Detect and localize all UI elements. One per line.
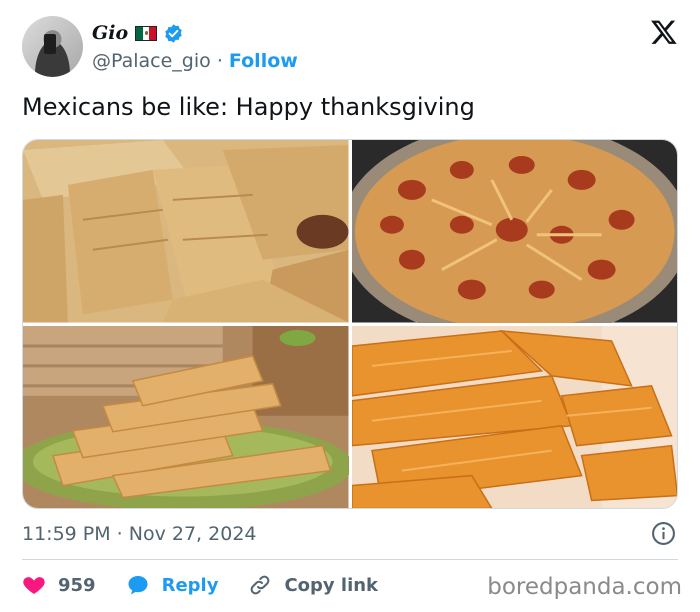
- separator: ·: [216, 50, 223, 72]
- reply-bubble-icon: [128, 576, 148, 595]
- verified-badge-icon: [165, 23, 182, 43]
- media-image-1[interactable]: [23, 140, 349, 323]
- media-image-4[interactable]: [351, 325, 677, 508]
- display-name[interactable]: Gio: [92, 22, 128, 44]
- handle[interactable]: @Palace_gio: [92, 50, 211, 72]
- timestamp[interactable]: 11:59 PM · Nov 27, 2024: [22, 523, 257, 545]
- tweet-header: Gio @Palace_gio · Follow: [22, 16, 682, 78]
- follow-button[interactable]: Follow: [229, 50, 298, 72]
- divider: [22, 559, 678, 560]
- media-image-2[interactable]: [351, 140, 677, 323]
- reply-button[interactable]: Reply: [126, 573, 219, 597]
- media-image-3[interactable]: [23, 325, 349, 508]
- like-button[interactable]: 959: [22, 573, 96, 597]
- mexico-flag-icon: [135, 25, 158, 41]
- info-icon[interactable]: [651, 521, 676, 546]
- action-bar: 959 Reply Copy link: [22, 570, 408, 600]
- watermark: boredpanda.com: [487, 574, 682, 600]
- author-info: Gio @Palace_gio · Follow: [92, 20, 298, 72]
- like-count: 959: [58, 574, 96, 596]
- media-grid: [22, 139, 678, 509]
- heart-icon: [23, 577, 45, 594]
- avatar[interactable]: [22, 16, 83, 77]
- tweet-text: Mexicans be like: Happy thanksgiving: [22, 93, 475, 121]
- reply-label: Reply: [161, 574, 219, 596]
- link-icon: [251, 575, 270, 595]
- copy-link-label: Copy link: [284, 574, 379, 596]
- copy-link-button[interactable]: Copy link: [248, 573, 378, 597]
- tweet-meta: 11:59 PM · Nov 27, 2024: [22, 520, 678, 548]
- x-logo-icon[interactable]: [650, 18, 678, 46]
